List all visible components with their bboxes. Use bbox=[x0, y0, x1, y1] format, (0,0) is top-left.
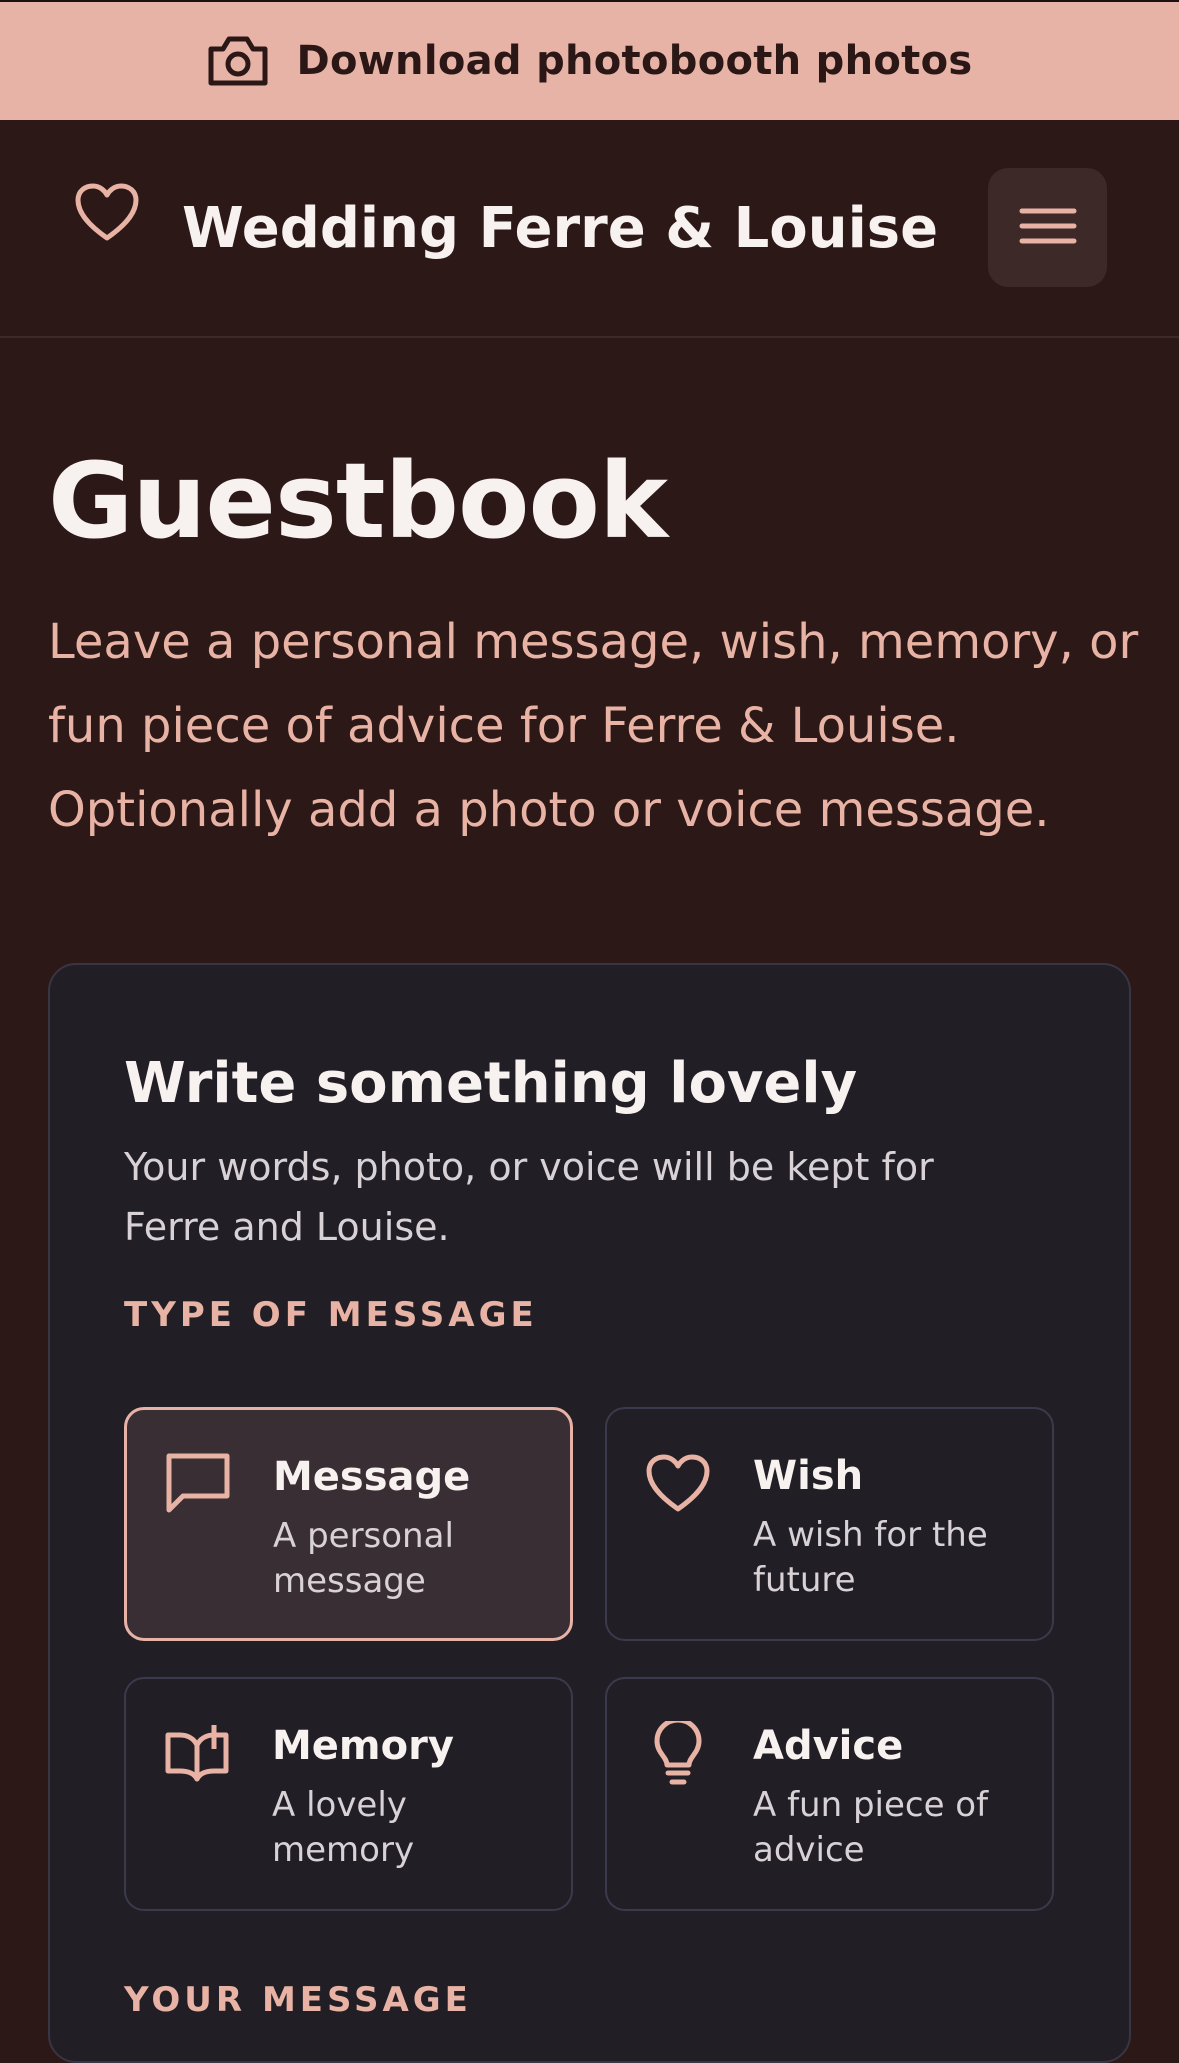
type-of-message-label: TYPE OF MESSAGE bbox=[124, 1295, 538, 1335]
chat-bubble-icon bbox=[165, 1452, 231, 1518]
heart-icon bbox=[74, 182, 140, 244]
type-option-title: Wish bbox=[753, 1453, 864, 1499]
your-message-label: YOUR MESSAGE bbox=[124, 1980, 472, 2020]
type-option-desc: A fun piece of advice bbox=[753, 1785, 989, 1870]
type-option-title: Message bbox=[273, 1454, 471, 1500]
type-option-wish[interactable]: Wish A wish for the future bbox=[605, 1407, 1054, 1641]
type-option-desc: A personal message bbox=[273, 1516, 454, 1601]
type-option-desc: A lovely memory bbox=[272, 1785, 415, 1870]
type-option-advice[interactable]: Advice A fun piece of advice bbox=[605, 1677, 1054, 1911]
type-option-desc: A wish for the future bbox=[753, 1515, 988, 1600]
type-option-title: Advice bbox=[753, 1723, 904, 1769]
site-title[interactable]: Wedding Ferre & Louise bbox=[182, 196, 938, 261]
menu-button[interactable] bbox=[988, 168, 1107, 287]
hamburger-menu-icon bbox=[1019, 206, 1077, 249]
form-title: Write something lovely bbox=[124, 1051, 858, 1116]
guestbook-form-card: Write something lovely Your words, photo… bbox=[48, 963, 1131, 2063]
site-header: Wedding Ferre & Louise bbox=[0, 120, 1179, 338]
page-subtitle: Leave a personal message, wish, memory, … bbox=[48, 614, 1139, 838]
type-option-title: Memory bbox=[272, 1723, 454, 1769]
page-title: Guestbook bbox=[48, 440, 668, 562]
download-photobooth-banner[interactable]: Download photobooth photos bbox=[0, 0, 1179, 120]
type-option-message[interactable]: Message A personal message bbox=[124, 1407, 573, 1641]
download-photobooth-label: Download photobooth photos bbox=[296, 38, 973, 84]
type-option-memory[interactable]: Memory A lovely memory bbox=[124, 1677, 573, 1911]
lightbulb-icon bbox=[645, 1717, 711, 1787]
open-book-icon bbox=[164, 1721, 230, 1787]
camera-icon bbox=[207, 33, 269, 89]
heart-icon bbox=[645, 1451, 711, 1517]
form-description: Your words, photo, or voice will be kept… bbox=[124, 1145, 934, 1249]
